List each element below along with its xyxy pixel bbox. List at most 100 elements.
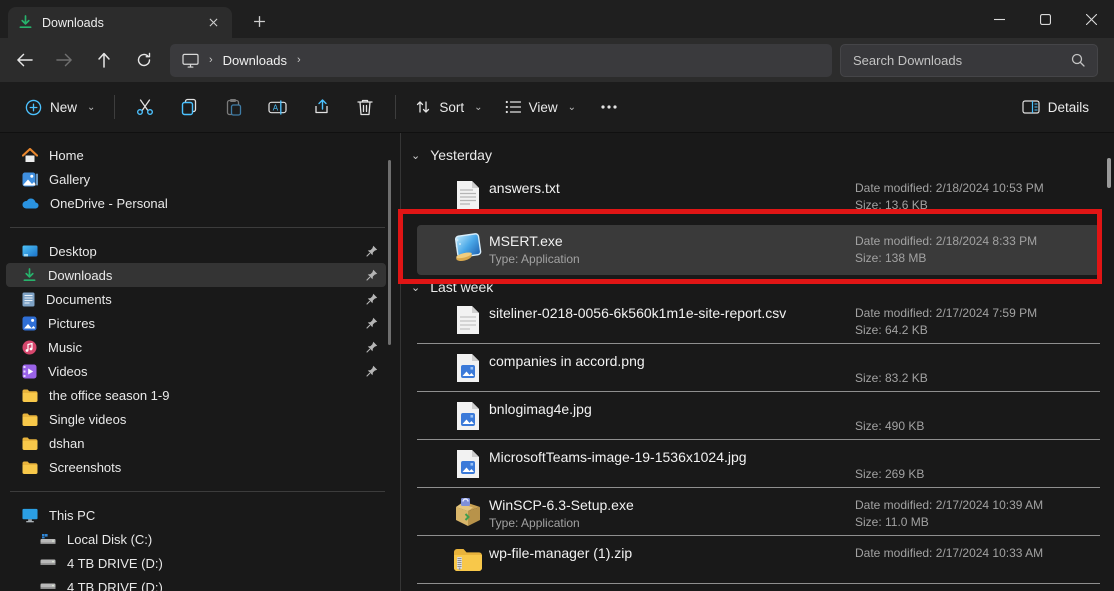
image-file-icon [453,397,483,435]
circle-plus-icon [25,99,42,116]
sidebar-item-folder-screenshots[interactable]: Screenshots [6,455,386,479]
sidebar-item-drive-d2[interactable]: 4 TB DRIVE (D:) [6,575,386,591]
navigation-bar: › Downloads › Search Downloads [0,38,1114,82]
details-pane-button[interactable]: Details [1011,89,1100,125]
sidebar-item-label: dshan [49,436,84,451]
file-type: Type: Application [489,516,580,530]
tab-close-icon[interactable] [204,14,222,32]
pin-icon [366,341,378,353]
chevron-down-icon: ⌄ [474,102,482,113]
sidebar-item-videos[interactable]: Videos [6,359,386,383]
folder-icon [22,461,38,474]
file-row-teams-image-jpg[interactable]: MicrosoftTeams-image-19-1536x1024.jpg Si… [401,440,1114,488]
sidebar-item-label: Downloads [48,268,112,283]
tab-title: Downloads [42,16,195,30]
sidebar-item-folder-single-videos[interactable]: Single videos [6,407,386,431]
drive-icon [40,583,56,591]
breadcrumb-downloads[interactable]: Downloads [223,53,287,68]
sidebar-item-label: Gallery [49,172,90,187]
file-list-scrollbar[interactable] [1107,158,1111,188]
sidebar-item-pictures[interactable]: Pictures [6,311,386,335]
file-name: bnlogimag4e.jpg [489,401,592,417]
chevron-down-icon: ⌄ [87,102,95,113]
this-pc-icon [22,508,38,523]
sidebar-item-drive-d1[interactable]: 4 TB DRIVE (D:) [6,551,386,575]
group-header-last-week[interactable]: ⌄ Last week [401,278,1114,296]
up-button[interactable] [84,42,124,78]
maximize-button[interactable] [1022,0,1068,38]
chevron-down-icon: ⌄ [568,102,576,113]
zip-folder-icon [453,541,483,579]
sidebar-item-onedrive[interactable]: OneDrive - Personal [6,191,386,215]
file-name: MSERT.exe [489,233,563,249]
documents-icon [22,292,35,307]
file-row-answers-txt[interactable]: answers.txt Date modified: 2/18/2024 10:… [401,171,1114,223]
sidebar-item-gallery[interactable]: Gallery [6,167,386,191]
file-date-modified: Date modified: 2/18/2024 8:33 PM [855,234,1037,248]
explorer-tab-downloads[interactable]: Downloads [8,7,232,38]
search-icon [1071,53,1085,67]
file-row-winscp-exe[interactable]: WinSCP-6.3-Setup.exe Type: Application D… [401,488,1114,536]
copy-button[interactable] [167,89,211,125]
sidebar-scrollbar[interactable] [388,160,391,345]
sidebar-item-folder-dshan[interactable]: dshan [6,431,386,455]
text-file-icon [453,301,483,339]
search-placeholder: Search Downloads [853,53,1071,68]
drive-icon [40,559,56,567]
sidebar-item-documents[interactable]: Documents [6,287,386,311]
file-name: answers.txt [489,180,560,196]
sidebar-item-home[interactable]: Home [6,143,386,167]
window-controls [976,0,1114,38]
delete-button[interactable] [343,89,387,125]
minimize-button[interactable] [976,0,1022,38]
folder-icon [22,413,38,426]
file-size: Size: 13.6 KB [855,198,928,212]
forward-button[interactable] [44,42,84,78]
file-row-wp-file-manager-zip[interactable]: wp-file-manager (1).zip Date modified: 2… [401,536,1114,584]
sidebar-item-music[interactable]: Music [6,335,386,359]
back-button[interactable] [4,42,44,78]
this-pc-icon [182,53,199,68]
close-button[interactable] [1068,0,1114,38]
details-pane-icon [1022,100,1040,114]
file-row-bnlogimag-jpg[interactable]: bnlogimag4e.jpg Size: 490 KB [401,392,1114,440]
command-bar: New ⌄ A Sort ⌄ View ⌄ [0,82,1114,133]
sidebar-item-local-disk-c[interactable]: Local Disk (C:) [6,527,386,551]
file-row-companies-png[interactable]: companies in accord.png Size: 83.2 KB [401,344,1114,392]
music-icon [22,340,37,355]
sidebar-item-this-pc[interactable]: This PC [6,503,386,527]
pin-icon [366,365,378,377]
sidebar-item-label: Videos [48,364,88,379]
sidebar-item-label: Single videos [49,412,126,427]
file-size: Size: 83.2 KB [855,371,928,385]
group-header-yesterday[interactable]: ⌄ Yesterday [401,145,1114,165]
sidebar-item-folder-office[interactable]: the office season 1-9 [6,383,386,407]
file-size: Size: 64.2 KB [855,323,928,337]
pin-icon [366,317,378,329]
image-file-icon [453,349,483,387]
sidebar-item-downloads[interactable]: Downloads [6,263,386,287]
file-date-modified: Date modified: 2/18/2024 10:53 PM [855,181,1044,195]
sort-button[interactable]: Sort ⌄ [404,89,493,125]
share-button[interactable] [299,89,343,125]
address-bar[interactable]: › Downloads › [170,44,832,77]
sidebar-item-desktop[interactable]: Desktop [6,239,386,263]
breadcrumb-chevron-icon: › [209,54,213,66]
desktop-icon [22,245,38,258]
more-options-button[interactable] [587,89,631,125]
paste-button[interactable] [211,89,255,125]
cut-button[interactable] [123,89,167,125]
refresh-button[interactable] [124,42,164,78]
new-tab-button[interactable] [244,6,274,36]
sidebar-item-label: OneDrive - Personal [50,196,168,211]
chevron-down-icon: ⌄ [411,149,420,162]
view-button[interactable]: View ⌄ [494,89,587,125]
file-row-siteliner-csv[interactable]: siteliner-0218-0056-6k560k1m1e-site-repo… [401,296,1114,344]
sidebar-item-label: Desktop [49,244,97,259]
file-row-msert-exe[interactable]: MSERT.exe Type: Application Date modifie… [401,224,1114,276]
new-button[interactable]: New ⌄ [14,89,106,125]
svg-text:A: A [273,103,279,112]
breadcrumb-chevron-icon[interactable]: › [297,54,301,66]
search-input[interactable]: Search Downloads [840,44,1098,77]
rename-button[interactable]: A [255,89,299,125]
